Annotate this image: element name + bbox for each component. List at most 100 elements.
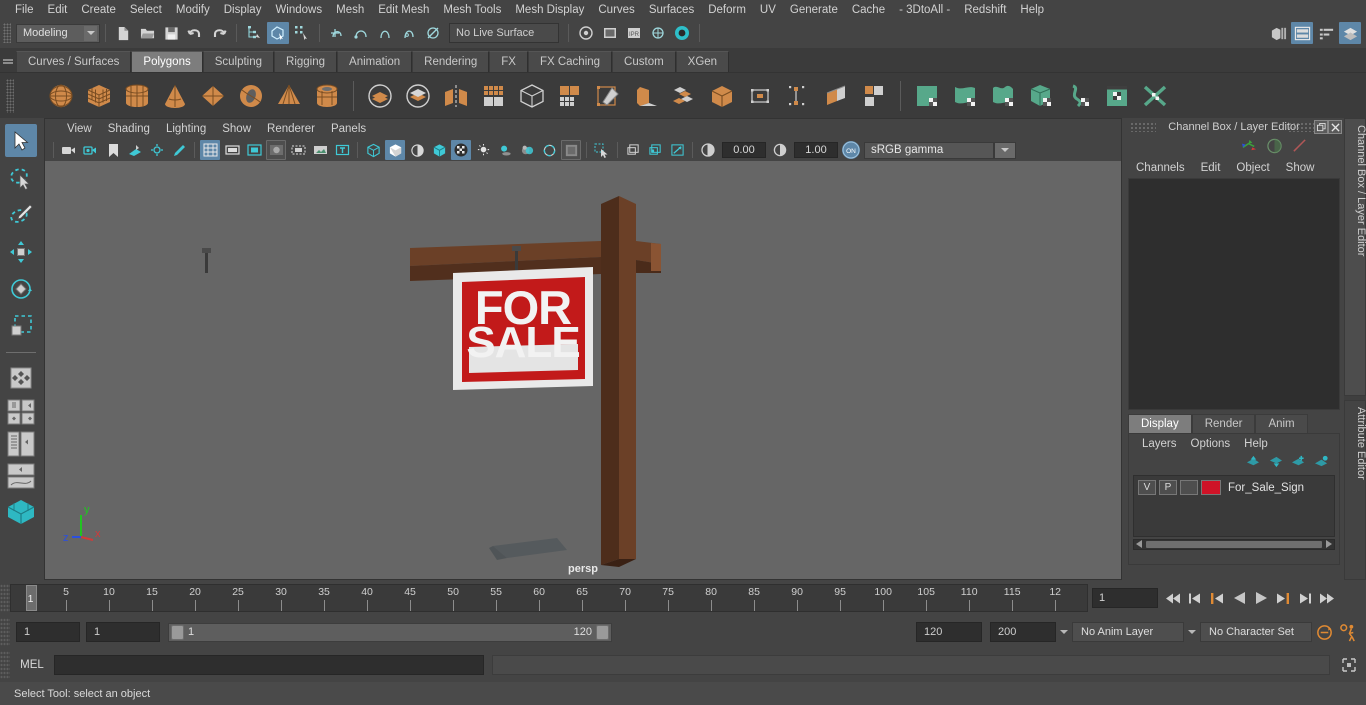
move-layer-up-icon[interactable] (1245, 455, 1260, 471)
xray-icon[interactable] (623, 140, 643, 160)
uv-editor-icon[interactable] (909, 78, 945, 114)
use-all-lights-icon[interactable] (473, 140, 493, 160)
show-hide-editors-icon[interactable] (1267, 22, 1289, 44)
isolate-select-icon[interactable] (592, 140, 612, 160)
layer-tab-anim[interactable]: Anim (1255, 414, 1308, 433)
poly-cylinder-icon[interactable] (119, 78, 155, 114)
step-back-frame-icon[interactable] (1207, 587, 1227, 609)
play-backwards-icon[interactable] (1229, 587, 1249, 609)
render-view-icon[interactable] (671, 22, 693, 44)
shelf-grip[interactable] (0, 48, 16, 72)
append-polygon-icon[interactable] (742, 78, 778, 114)
move-layer-down-icon[interactable] (1268, 455, 1283, 471)
shelf-tab-fx[interactable]: FX (489, 51, 528, 72)
layer-color-swatch[interactable] (1201, 480, 1221, 495)
new-scene-icon[interactable] (112, 22, 134, 44)
panel-drag-dots[interactable] (1130, 122, 1156, 132)
menu-item-surfaces[interactable]: Surfaces (642, 1, 701, 19)
grid-toggle-icon[interactable] (200, 140, 220, 160)
combine-icon[interactable] (362, 78, 398, 114)
close-icon[interactable] (1328, 120, 1342, 134)
camera-attributes-icon[interactable] (81, 140, 101, 160)
film-gate-icon[interactable] (222, 140, 242, 160)
poly-pyramid-icon[interactable] (271, 78, 307, 114)
gate-mask-icon[interactable] (266, 140, 286, 160)
render-settings-icon[interactable]: IPR (623, 22, 645, 44)
poly-cone-icon[interactable] (157, 78, 193, 114)
snap-to-curve-icon[interactable] (350, 22, 372, 44)
range-end-handle[interactable] (596, 624, 609, 640)
mirror-icon[interactable] (438, 78, 474, 114)
quad-draw-icon[interactable] (818, 78, 854, 114)
exposure-icon[interactable] (698, 140, 718, 160)
vtab-attribute-editor[interactable]: Attribute Editor (1344, 400, 1366, 580)
character-set-selector[interactable]: No Character Set (1200, 622, 1312, 642)
bevel-icon[interactable] (628, 78, 664, 114)
vtab-channel-box[interactable]: Channel Box / Layer Editor (1344, 118, 1366, 396)
range-bar[interactable]: 1 120 (168, 622, 612, 642)
uv-unfold-icon[interactable] (1061, 78, 1097, 114)
textured-icon[interactable] (451, 140, 471, 160)
anim-layer-selector[interactable]: No Anim Layer (1072, 622, 1184, 642)
shelf-tab-polygons[interactable]: Polygons (131, 51, 203, 72)
cylindrical-map-icon[interactable] (985, 78, 1021, 114)
xray-joints-icon[interactable] (645, 140, 665, 160)
planar-map-icon[interactable] (947, 78, 983, 114)
channel-box-icon[interactable] (1291, 138, 1308, 157)
step-forward-frame-icon[interactable] (1273, 587, 1293, 609)
exposure-value[interactable]: 0.00 (722, 142, 766, 158)
channel-box-menu-show[interactable]: Show (1278, 161, 1323, 175)
sculpt-icon[interactable] (856, 78, 892, 114)
wedge-icon[interactable] (666, 78, 702, 114)
menu-item-mesh[interactable]: Mesh (329, 1, 371, 19)
menu-item-edit[interactable]: Edit (41, 1, 75, 19)
xray-active-components-icon[interactable] (667, 140, 687, 160)
layer-menu-layers[interactable]: Layers (1135, 437, 1184, 451)
channel-box-content[interactable] (1128, 178, 1340, 410)
image-plane-icon[interactable] (125, 140, 145, 160)
menu-item-windows[interactable]: Windows (268, 1, 329, 19)
play-forwards-icon[interactable] (1251, 587, 1271, 609)
menu-item-uv[interactable]: UV (753, 1, 783, 19)
command-line-grip[interactable] (0, 651, 10, 679)
motion-blur-icon[interactable] (539, 140, 559, 160)
sidebar-attribute-editor-icon[interactable] (1291, 22, 1313, 44)
auto-key-icon[interactable] (1312, 621, 1336, 643)
multisample-icon[interactable] (561, 140, 581, 160)
viewport-menu-show[interactable]: Show (214, 122, 259, 136)
scroll-thumb[interactable] (1146, 541, 1322, 548)
move-tool[interactable] (5, 235, 37, 268)
shelf-row-grip[interactable] (6, 78, 14, 113)
character-set-dropdown-caret[interactable] (1184, 622, 1200, 642)
menu-item-help[interactable]: Help (1013, 1, 1051, 19)
menu-item-3dtoall[interactable]: - 3DtoAll - (892, 1, 957, 19)
anim-start-field[interactable]: 1 (16, 622, 80, 642)
layer-menu-help[interactable]: Help (1237, 437, 1275, 451)
four-view-layout[interactable] (6, 398, 36, 426)
resolution-gate-icon[interactable] (244, 140, 264, 160)
flat-shade-icon[interactable] (429, 140, 449, 160)
menu-set-selector[interactable]: Modeling (16, 23, 100, 43)
persp-graph-layout[interactable] (6, 462, 36, 490)
uv-layout-icon[interactable] (1099, 78, 1135, 114)
select-by-component-icon[interactable] (291, 22, 313, 44)
create-new-layer-icon[interactable] (1291, 455, 1306, 471)
multi-cut-icon[interactable] (590, 78, 626, 114)
command-language-label[interactable]: MEL (10, 659, 54, 671)
film-origin-icon[interactable] (288, 140, 308, 160)
snap-to-view-plane-icon[interactable] (422, 22, 444, 44)
channel-box-menu-channels[interactable]: Channels (1128, 161, 1193, 175)
last-tool[interactable] (5, 361, 37, 394)
shelf-tab-rendering[interactable]: Rendering (412, 51, 490, 72)
menu-item-mesh-tools[interactable]: Mesh Tools (436, 1, 508, 19)
ssao-icon[interactable] (517, 140, 537, 160)
snap-to-grid-icon[interactable] (326, 22, 348, 44)
shelf-tab-curves-surfaces[interactable]: Curves / Surfaces (16, 51, 132, 72)
channel-box-menu-edit[interactable]: Edit (1193, 161, 1229, 175)
layer-tab-render[interactable]: Render (1191, 414, 1256, 433)
step-back-keyframe-icon[interactable] (1185, 587, 1205, 609)
open-scene-icon[interactable] (136, 22, 158, 44)
paint-select-tool[interactable] (5, 198, 37, 231)
menu-item-display[interactable]: Display (217, 1, 269, 19)
viewport-menu-view[interactable]: View (59, 122, 100, 136)
